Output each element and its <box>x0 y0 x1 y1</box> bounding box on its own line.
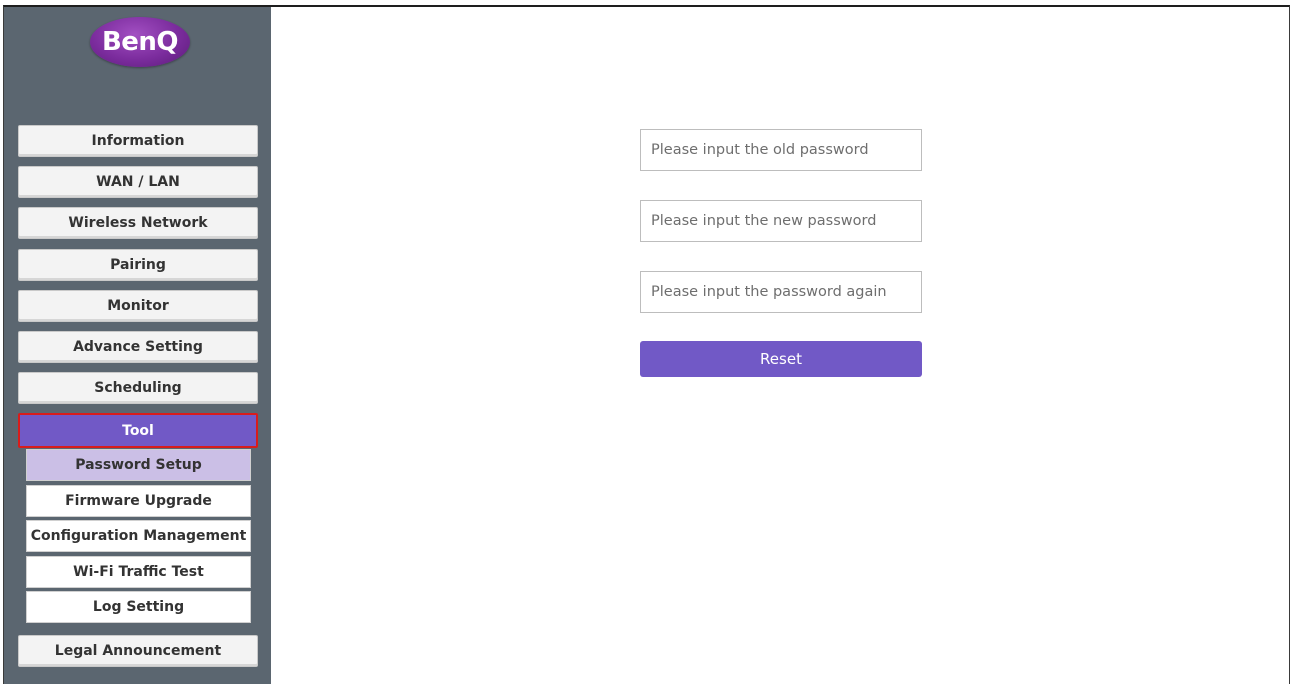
benq-logo: BenQ <box>90 17 190 67</box>
old-password-input[interactable] <box>640 129 922 171</box>
submenu-item-configuration-management[interactable]: Configuration Management <box>26 520 251 552</box>
sidebar-item-monitor[interactable]: Monitor <box>18 290 258 322</box>
sidebar-item-information[interactable]: Information <box>18 125 258 157</box>
sidebar-item-pairing[interactable]: Pairing <box>18 249 258 281</box>
sidebar-item-scheduling[interactable]: Scheduling <box>18 372 258 404</box>
sidebar-item-advance-setting[interactable]: Advance Setting <box>18 331 258 363</box>
sidebar-item-wireless-network[interactable]: Wireless Network <box>18 207 258 239</box>
sidebar: BenQ Information WAN / LAN Wireless Netw… <box>4 7 271 684</box>
new-password-input[interactable] <box>640 200 922 242</box>
confirm-password-input[interactable] <box>640 271 922 313</box>
reset-button[interactable]: Reset <box>640 341 922 377</box>
submenu-item-wifi-traffic-test[interactable]: Wi-Fi Traffic Test <box>26 556 251 588</box>
logo-text: BenQ <box>101 27 179 57</box>
sidebar-item-legal-announcement[interactable]: Legal Announcement <box>18 635 258 667</box>
sidebar-item-wan-lan[interactable]: WAN / LAN <box>18 166 258 198</box>
submenu-item-log-setting[interactable]: Log Setting <box>26 591 251 623</box>
submenu-item-password-setup[interactable]: Password Setup <box>26 449 251 481</box>
sidebar-item-tool[interactable]: Tool <box>18 413 258 448</box>
submenu-item-firmware-upgrade[interactable]: Firmware Upgrade <box>26 485 251 517</box>
